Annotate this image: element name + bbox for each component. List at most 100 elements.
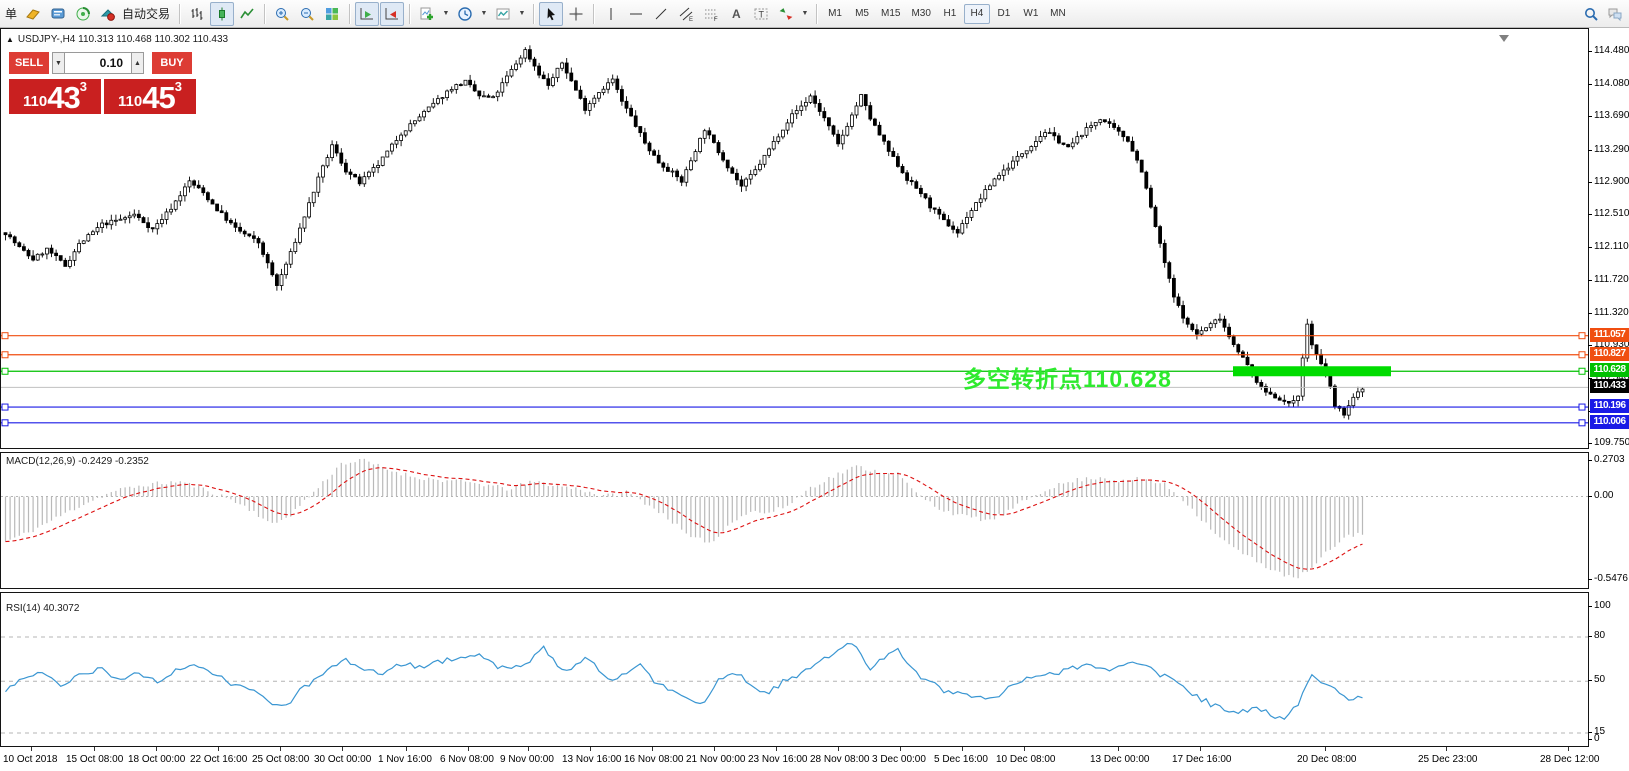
svg-text:A: A	[732, 7, 741, 21]
zoom-in-button[interactable]	[270, 2, 294, 26]
navigator-icon	[75, 6, 91, 22]
line-chart-button[interactable]	[235, 2, 259, 26]
chart-shift-marker-icon	[1499, 35, 1509, 42]
templates-button[interactable]	[491, 2, 515, 26]
macd-tick-label: 0.2703	[1594, 454, 1625, 465]
time-axis-tick	[714, 747, 715, 751]
separator	[593, 4, 594, 24]
indicators-button[interactable]	[415, 2, 439, 26]
tile-windows-icon	[324, 6, 340, 22]
horizontal-line-tool-button[interactable]	[624, 2, 648, 26]
periods-button[interactable]	[453, 2, 477, 26]
time-axis-label: 3 Dec 00:00	[872, 754, 926, 765]
timeframe-h4[interactable]: H4	[964, 4, 990, 24]
crosshair-tool-button[interactable]	[564, 2, 588, 26]
cursor-tool-button[interactable]	[539, 2, 563, 26]
separator	[264, 4, 265, 24]
data-window-button[interactable]	[46, 2, 70, 26]
timeframe-m5[interactable]: M5	[849, 4, 875, 24]
candlestick-chart-button[interactable]	[210, 2, 234, 26]
timeframe-m30[interactable]: M30	[906, 4, 935, 24]
separator	[409, 4, 410, 24]
timeframe-m15[interactable]: M15	[876, 4, 905, 24]
time-axis-label: 21 Nov 00:00	[686, 754, 746, 765]
time-axis-label: 9 Nov 00:00	[500, 754, 554, 765]
bar-chart-button[interactable]	[185, 2, 209, 26]
mt4-window: 单 自动交易	[0, 0, 1629, 771]
new-order-button[interactable]: 单	[2, 2, 20, 26]
timeframe-m1[interactable]: M1	[822, 4, 848, 24]
bar-chart-icon	[189, 6, 205, 22]
price-line-badge: 110.628	[1590, 363, 1629, 377]
sell-price-big: 43	[47, 85, 79, 111]
time-axis-tick	[528, 747, 529, 751]
equidistant-channel-tool-button[interactable]: E	[674, 2, 698, 26]
autotrading-button[interactable]	[96, 2, 120, 26]
time-axis-tick	[1118, 747, 1119, 751]
time-axis-label: 5 Dec 16:00	[934, 754, 988, 765]
macd-tick-label: 0.00	[1594, 490, 1613, 501]
vertical-line-tool-button[interactable]	[599, 2, 623, 26]
time-axis-tick	[590, 747, 591, 751]
time-axis-tick	[218, 747, 219, 751]
time-axis-label: 28 Nov 08:00	[810, 754, 870, 765]
auto-scroll-button[interactable]	[355, 2, 379, 26]
chart-shift-button[interactable]	[380, 2, 404, 26]
time-axis-tick	[652, 747, 653, 751]
buy-button[interactable]: BUY	[152, 52, 192, 74]
svg-text:E: E	[689, 17, 693, 22]
price-tick-label: 114.480	[1594, 45, 1629, 56]
toolbar: 单 自动交易	[0, 0, 1629, 28]
time-axis-tick	[1325, 747, 1326, 751]
time-axis-label: 13 Nov 16:00	[562, 754, 622, 765]
time-axis-label: 13 Dec 00:00	[1090, 754, 1150, 765]
volume-input[interactable]	[65, 52, 131, 74]
one-click-toggle-icon[interactable]: ▲	[6, 35, 14, 44]
chat-button[interactable]	[1603, 2, 1627, 26]
price-tick-label: 112.900	[1594, 176, 1629, 187]
periods-dropdown-caret[interactable]: ▼	[478, 2, 490, 26]
text-tool-button[interactable]: A	[724, 2, 748, 26]
trendline-tool-button[interactable]	[649, 2, 673, 26]
time-axis-label: 10 Dec 08:00	[996, 754, 1056, 765]
navigator-button[interactable]	[71, 2, 95, 26]
candlestick-chart	[1, 29, 1588, 448]
zoom-out-button[interactable]	[295, 2, 319, 26]
volume-decrease-button[interactable]: ▼	[52, 52, 65, 74]
volume-increase-button[interactable]: ▲	[131, 52, 144, 74]
timeframe-h1[interactable]: H1	[937, 4, 963, 24]
sell-price-box[interactable]: 110 43 3	[9, 79, 101, 114]
timeframe-mn[interactable]: MN	[1045, 4, 1071, 24]
line-chart-icon	[239, 6, 255, 22]
time-axis-label: 23 Nov 16:00	[748, 754, 808, 765]
search-button[interactable]	[1579, 2, 1603, 26]
arrows-dropdown-caret[interactable]: ▼	[799, 2, 811, 26]
time-axis-label: 28 Dec 12:00	[1540, 754, 1600, 765]
time-axis-label: 17 Dec 16:00	[1172, 754, 1232, 765]
auto-scroll-icon	[359, 6, 375, 22]
indicators-dropdown-caret[interactable]: ▼	[440, 2, 452, 26]
tile-windows-button[interactable]	[320, 2, 344, 26]
market-watch-button[interactable]	[21, 2, 45, 26]
arrows-tool-button[interactable]	[774, 2, 798, 26]
rsi-pane: RSI(14) 40.3072	[0, 592, 1589, 747]
buy-price-prefix: 110	[118, 94, 142, 109]
timeframe-d1[interactable]: D1	[991, 4, 1017, 24]
time-axis-label: 16 Nov 08:00	[624, 754, 684, 765]
fibonacci-tool-button[interactable]: F	[699, 2, 723, 26]
time-axis-label: 30 Oct 00:00	[314, 754, 371, 765]
separator	[349, 4, 350, 24]
time-axis[interactable]: 10 Oct 201815 Oct 08:0018 Oct 00:0022 Oc…	[0, 747, 1629, 771]
crosshair-icon	[568, 6, 584, 22]
timeframe-w1[interactable]: W1	[1018, 4, 1044, 24]
time-axis-tick	[468, 747, 469, 751]
sell-button[interactable]: SELL	[9, 52, 49, 74]
buy-price-box[interactable]: 110 45 3	[104, 79, 196, 114]
data-window-icon	[50, 6, 66, 22]
templates-dropdown-caret[interactable]: ▼	[516, 2, 528, 26]
time-axis-label: 25 Oct 08:00	[252, 754, 309, 765]
text-label-tool-button[interactable]: T	[749, 2, 773, 26]
zoom-in-icon	[274, 6, 290, 22]
chart-header-text: USDJPY-,H4 110.313 110.468 110.302 110.4…	[18, 34, 228, 45]
time-axis-tick	[31, 747, 32, 751]
